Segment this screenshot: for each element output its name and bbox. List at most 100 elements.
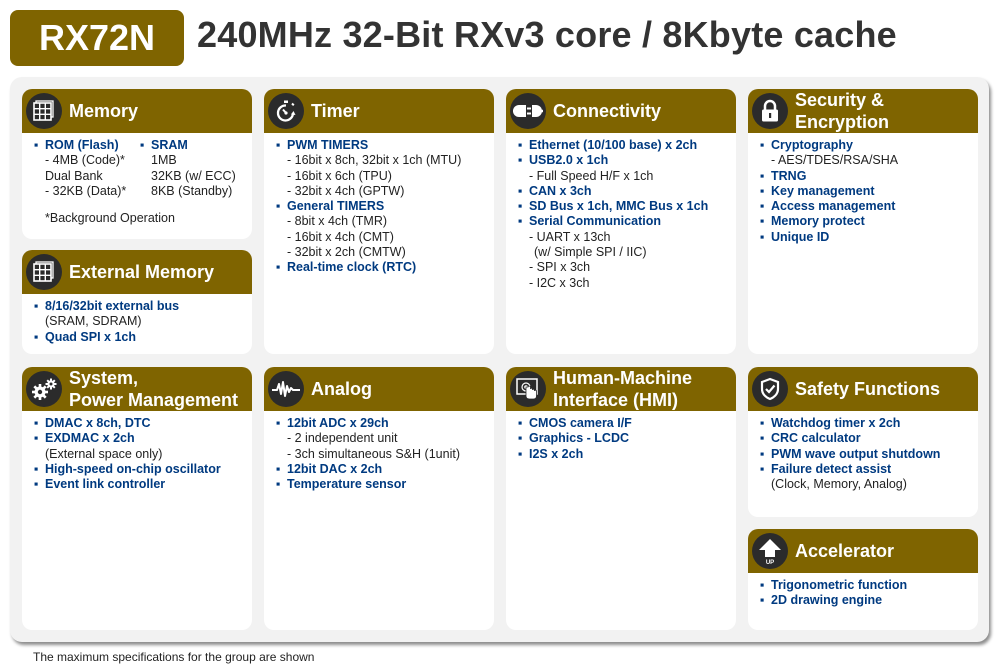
plug-icon	[510, 93, 546, 129]
feature-item: Event link controller	[34, 477, 252, 492]
feature-item: Quad SPI x 1ch	[34, 330, 252, 345]
feature-item: Cryptography	[760, 138, 978, 153]
card-header: Analog	[264, 367, 494, 411]
footnote: *Background Operation	[45, 211, 175, 226]
card-title: External Memory	[69, 262, 215, 282]
feature-detail: (w/ Simple SPI / IIC)	[534, 245, 647, 260]
feature-item: Unique ID	[760, 230, 978, 245]
memory-grid-icon	[26, 93, 62, 129]
product-badge: RX72N	[10, 10, 184, 66]
feature-item: Key management	[760, 184, 978, 199]
feature-item: USB2.0 x 1ch	[518, 153, 736, 168]
card-header: Timer	[264, 89, 494, 133]
feature-detail: - 8bit x 4ch (TMR)	[287, 214, 388, 229]
feature-item: Real-time clock (RTC)	[276, 260, 494, 275]
card-body: CMOS camera I/FGraphics - LCDCI2S x 2ch	[506, 411, 736, 462]
feature-item: CAN x 3ch	[518, 184, 736, 199]
product-name: RX72N	[38, 17, 156, 58]
card-title: Connectivity	[553, 101, 662, 121]
feature-detail: 32KB (w/ ECC)	[151, 168, 236, 183]
feature-item: Access management	[760, 199, 978, 214]
feature-item: CRC calculator	[760, 431, 978, 446]
feature-detail: - 32bit x 4ch (GPTW)	[287, 183, 405, 198]
feature-detail: - 4MB (Code)*	[45, 153, 125, 168]
feature-detail: (External space only)	[45, 446, 163, 461]
stopwatch-icon	[268, 93, 304, 129]
feature-item: High-speed on-chip oscillator	[34, 462, 252, 477]
feature-detail: - SPI x 3ch	[529, 260, 591, 275]
feature-item: 12bit DAC x 2ch	[276, 462, 494, 477]
card-analog: Analog 12bit ADC x 29ch- 2 independent u…	[264, 367, 494, 630]
feature-item: TRNG	[760, 169, 978, 184]
card-body: Trigonometric function2D drawing engine	[748, 573, 978, 609]
feature-detail: - UART x 13ch	[529, 229, 611, 244]
memory-right-column: SRAM1MB32KB (w/ ECC)8KB (Standby)	[140, 138, 236, 199]
card-external-memory: External Memory 8/16/32bit external bus(…	[22, 250, 252, 354]
footer-note: The maximum specifications for the group…	[33, 650, 315, 664]
feature-detail: - 32KB (Data)*	[45, 183, 127, 198]
feature-detail: (Clock, Memory, Analog)	[771, 477, 907, 492]
memory-grid-icon	[26, 254, 62, 290]
feature-item: DMAC x 8ch, DTC	[34, 416, 252, 431]
card-title-line1: Security &	[795, 90, 885, 110]
card-title-line1: Human-Machine	[553, 368, 693, 388]
feature-item: I2S x 2ch	[518, 447, 736, 462]
card-body: Cryptography- AES/TDES/RSA/SHATRNGKey ma…	[748, 133, 978, 245]
card-header: UP Accelerator	[748, 529, 978, 573]
feature-detail: 1MB	[151, 153, 177, 168]
feature-detail: - 3ch simultaneous S&H (1unit)	[287, 446, 460, 461]
card-header: Connectivity	[506, 89, 736, 133]
card-accelerator: UP Accelerator Trigonometric function2D …	[748, 529, 978, 630]
feature-item: Temperature sensor	[276, 477, 494, 492]
card-header: External Memory	[22, 250, 252, 294]
feature-detail: - 16bit x 8ch, 32bit x 1ch (MTU)	[287, 153, 462, 168]
card-title: Analog	[311, 379, 372, 399]
card-title: Security & Encryption	[795, 89, 889, 133]
feature-item: 12bit ADC x 29ch	[276, 416, 494, 431]
card-title-line2: Encryption	[795, 112, 890, 132]
card-title: Memory	[69, 101, 139, 121]
card-title-line1: System,	[69, 368, 139, 388]
memory-left-column: ROM (Flash)- 4MB (Code)*Dual Bank- 32KB …	[34, 138, 140, 199]
card-hmi: Human-MachineInterface (HMI) CMOS camera…	[506, 367, 736, 630]
card-header: Memory	[22, 89, 252, 133]
feature-detail: - I2C x 3ch	[529, 275, 590, 290]
up-label: UP	[766, 560, 774, 565]
feature-detail: - 2 independent unit	[287, 431, 398, 446]
feature-item: 8/16/32bit external bus	[34, 299, 252, 314]
card-body: 8/16/32bit external bus(SRAM, SDRAM)Quad…	[22, 294, 252, 345]
feature-item: PWM wave output shutdown	[760, 447, 978, 462]
card-body: ROM (Flash)- 4MB (Code)*Dual Bank- 32KB …	[22, 133, 252, 226]
card-title-line2: Interface (HMI)	[553, 390, 679, 410]
feature-item: Serial Communication	[518, 214, 736, 229]
card-connectivity: Connectivity Ethernet (10/100 base) x 2c…	[506, 89, 736, 354]
feature-detail: 8KB (Standby)	[151, 183, 233, 198]
card-title: Accelerator	[795, 541, 895, 561]
feature-item: Watchdog timer x 2ch	[760, 416, 978, 431]
card-title: Human-Machine Interface (HMI)	[553, 367, 692, 411]
card-body: Ethernet (10/100 base) x 2chUSB2.0 x 1ch…	[506, 133, 736, 291]
feature-detail: (SRAM, SDRAM)	[45, 314, 142, 329]
card-body: Watchdog timer x 2chCRC calculatorPWM wa…	[748, 411, 978, 492]
feature-item: SD Bus x 1ch, MMC Bus x 1ch	[518, 199, 736, 214]
card-body: 12bit ADC x 29ch- 2 independent unit- 3c…	[264, 411, 494, 492]
card-memory: Memory ROM (Flash)- 4MB (Code)*Dual Bank…	[22, 89, 252, 239]
feature-detail: - Full Speed H/F x 1ch	[529, 168, 654, 183]
up-arrow-icon: UP	[752, 533, 788, 569]
card-title: System, Power Management	[69, 367, 238, 411]
padlock-icon	[752, 93, 788, 129]
card-body: PWM TIMERS- 16bit x 8ch, 32bit x 1ch (MT…	[264, 133, 494, 276]
feature-detail: - AES/TDES/RSA/SHA	[771, 153, 899, 168]
card-title: Safety Functions	[795, 379, 941, 399]
card-safety: Safety Functions Watchdog timer x 2chCRC…	[748, 367, 978, 517]
card-title-line2: Power Management	[69, 390, 239, 410]
card-header: System, Power Management	[22, 367, 252, 411]
touchscreen-icon	[510, 371, 546, 407]
feature-item: Trigonometric function	[760, 578, 978, 593]
feature-item: Graphics - LCDC	[518, 431, 736, 446]
card-body: DMAC x 8ch, DTCEXDMAC x 2ch(External spa…	[22, 411, 252, 492]
card-system-power: System,Power Management DMAC x 8ch, DTCE…	[22, 367, 252, 630]
feature-item: General TIMERS	[276, 199, 494, 214]
shield-check-icon	[752, 371, 788, 407]
gears-icon	[26, 371, 62, 407]
